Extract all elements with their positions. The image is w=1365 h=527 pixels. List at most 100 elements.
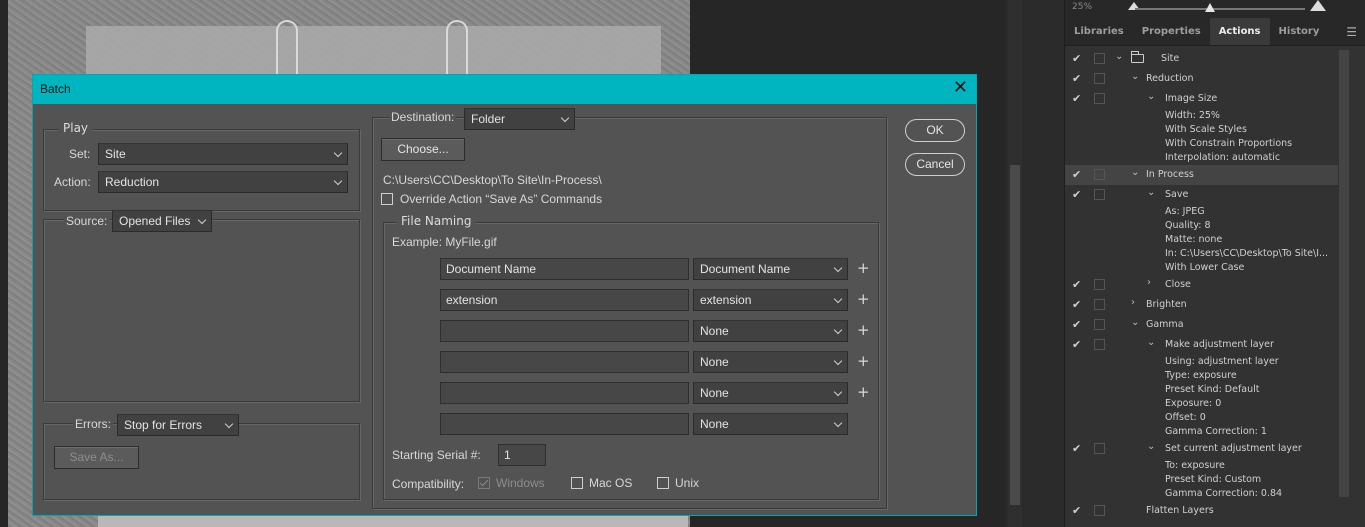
chevron-right-icon[interactable]: › (1131, 297, 1135, 308)
compat-unix-checkbox[interactable] (657, 477, 669, 489)
check-icon[interactable]: ✔ (1072, 298, 1084, 311)
action-row[interactable]: ✔ ⌄ Reduction (1065, 69, 1365, 89)
naming-text-field[interactable]: extension (440, 289, 689, 311)
dialog-toggle-box[interactable] (1094, 443, 1105, 454)
cancel-button[interactable]: Cancel (905, 153, 965, 176)
chevron-down-icon[interactable]: ⌄ (1131, 317, 1139, 328)
action-row[interactable]: ✔ ⌄ Site (1065, 49, 1365, 69)
action-detail-row[interactable]: As: JPEG (1065, 205, 1365, 219)
action-detail-row[interactable]: Using: adjustment layer (1065, 355, 1365, 369)
dialog-toggle-box[interactable] (1094, 505, 1105, 516)
action-detail-row[interactable]: In: C:\Users\CC\Desktop\To Site\I... (1065, 247, 1365, 261)
naming-text-field[interactable] (440, 382, 689, 404)
naming-text-field[interactable] (440, 351, 689, 373)
dialog-toggle-box[interactable] (1094, 339, 1105, 350)
dialog-toggle-box[interactable] (1094, 53, 1105, 64)
check-icon[interactable]: ✔ (1072, 52, 1084, 65)
naming-select[interactable]: None (693, 382, 848, 404)
action-row[interactable]: ✔ ⌄ Set current adjustment layer (1065, 439, 1365, 459)
action-row[interactable]: ✔ Flatten Layers (1065, 501, 1365, 521)
action-row[interactable]: ✔ › Brighten (1065, 295, 1365, 315)
action-detail-row[interactable]: Gamma Correction: 1 (1065, 425, 1365, 439)
dialog-toggle-box[interactable] (1094, 93, 1105, 104)
tab-libraries[interactable]: Libraries (1065, 18, 1133, 45)
action-detail-row[interactable]: Preset Kind: Default (1065, 383, 1365, 397)
action-detail-row[interactable]: With Constrain Proportions (1065, 137, 1365, 151)
naming-select[interactable]: extension (693, 289, 848, 311)
add-naming-row-icon[interactable]: + (857, 383, 870, 401)
check-icon[interactable]: ✔ (1072, 278, 1084, 291)
action-row[interactable]: ✔ ⌄ Gamma (1065, 315, 1365, 335)
choose-button[interactable]: Choose... (381, 138, 465, 161)
naming-select[interactable]: Document Name (693, 258, 848, 280)
tab-actions[interactable]: Actions (1209, 18, 1270, 45)
override-save-as-checkbox[interactable] (381, 193, 393, 205)
action-detail-row[interactable]: Exposure: 0 (1065, 397, 1365, 411)
tab-history[interactable]: History (1270, 18, 1329, 45)
action-row[interactable]: ✔ ⌄ Make adjustment layer (1065, 335, 1365, 355)
action-detail-row[interactable]: With Lower Case (1065, 261, 1365, 275)
chevron-down-icon[interactable]: ⌄ (1147, 337, 1155, 348)
scrollbar-thumb[interactable] (1010, 165, 1020, 505)
large-mountain-icon[interactable] (1310, 0, 1326, 11)
check-icon[interactable]: ✔ (1072, 72, 1084, 85)
ok-button[interactable]: OK (905, 119, 965, 142)
panel-menu-icon[interactable]: ☰ (1338, 18, 1365, 45)
naming-select[interactable]: None (693, 351, 848, 373)
serial-input[interactable]: 1 (498, 444, 546, 466)
check-icon[interactable]: ✔ (1072, 504, 1084, 517)
zoom-slider[interactable] (1135, 8, 1305, 10)
close-icon[interactable]: ✕ (953, 79, 968, 97)
canvas-scrollbar[interactable] (1008, 0, 1022, 527)
dialog-toggle-box[interactable] (1094, 169, 1105, 180)
naming-text-field[interactable]: Document Name (440, 258, 689, 280)
action-detail-row[interactable]: Gamma Correction: 0.84 (1065, 487, 1365, 501)
action-detail-row[interactable]: With Scale Styles (1065, 123, 1365, 137)
action-detail-row[interactable]: Type: exposure (1065, 369, 1365, 383)
action-row[interactable]: ✔ ⌄ Save (1065, 185, 1365, 205)
chevron-down-icon[interactable]: ⌄ (1131, 71, 1139, 82)
check-icon[interactable]: ✔ (1072, 168, 1084, 181)
action-row[interactable]: ✔ › Close (1065, 275, 1365, 295)
panel-scrollbar[interactable] (1339, 50, 1349, 497)
naming-select[interactable]: None (693, 320, 848, 342)
errors-select[interactable]: Stop for Errors (117, 414, 239, 436)
dialog-toggle-box[interactable] (1094, 319, 1105, 330)
check-icon[interactable]: ✔ (1072, 188, 1084, 201)
add-naming-row-icon[interactable]: + (857, 321, 870, 339)
tab-properties[interactable]: Properties (1133, 18, 1210, 45)
set-select[interactable]: Site (98, 143, 348, 165)
action-detail-row[interactable]: Matte: none (1065, 233, 1365, 247)
chevron-down-icon[interactable]: ⌄ (1147, 91, 1155, 102)
zoom-slider-knob[interactable] (1205, 3, 1215, 12)
naming-select[interactable]: None (693, 413, 848, 435)
chevron-right-icon[interactable]: › (1147, 277, 1151, 288)
dialog-toggle-box[interactable] (1094, 279, 1105, 290)
chevron-down-icon[interactable]: ⌄ (1147, 441, 1155, 452)
action-select[interactable]: Reduction (98, 171, 348, 193)
dialog-toggle-box[interactable] (1094, 299, 1105, 310)
naming-text-field[interactable] (440, 413, 689, 435)
check-icon[interactable]: ✔ (1072, 92, 1084, 105)
dialog-toggle-box[interactable] (1094, 189, 1105, 200)
action-detail-row[interactable]: Offset: 0 (1065, 411, 1365, 425)
add-naming-row-icon[interactable]: + (857, 352, 870, 370)
add-naming-row-icon[interactable]: + (857, 259, 870, 277)
action-row[interactable]: ✔ ⌄ Image Size (1065, 89, 1365, 109)
chevron-down-icon[interactable]: ⌄ (1131, 167, 1139, 178)
action-detail-row[interactable]: To: exposure (1065, 459, 1365, 473)
action-row[interactable]: ✔ ⌄ In Process (1065, 165, 1338, 185)
check-icon[interactable]: ✔ (1072, 338, 1084, 351)
dialog-titlebar[interactable]: Batch ✕ (33, 75, 976, 104)
compat-macos-checkbox[interactable] (571, 477, 583, 489)
check-icon[interactable]: ✔ (1072, 318, 1084, 331)
chevron-down-icon[interactable]: ⌄ (1147, 187, 1155, 198)
source-select[interactable]: Opened Files (112, 210, 212, 232)
action-detail-row[interactable]: Preset Kind: Custom (1065, 473, 1365, 487)
save-as-button[interactable]: Save As... (54, 446, 139, 469)
action-detail-row[interactable]: Quality: 8 (1065, 219, 1365, 233)
chevron-down-icon[interactable]: ⌄ (1115, 51, 1123, 62)
add-naming-row-icon[interactable]: + (857, 290, 870, 308)
action-detail-row[interactable]: Width: 25% (1065, 109, 1365, 123)
action-detail-row[interactable]: Interpolation: automatic (1065, 151, 1365, 165)
